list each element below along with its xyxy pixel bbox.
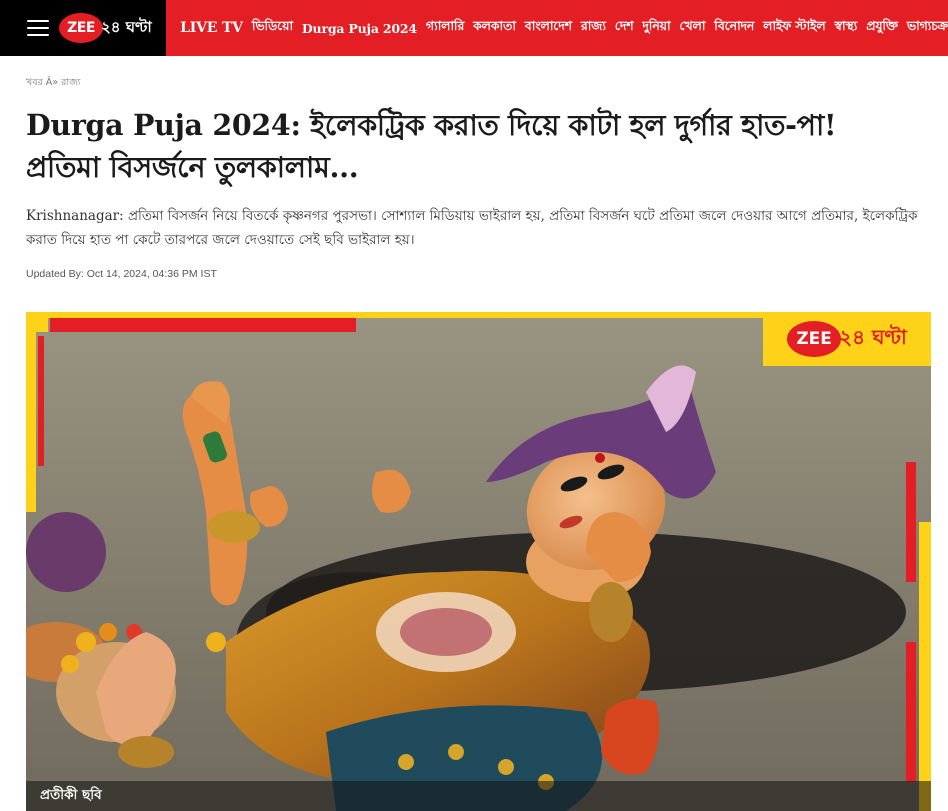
nav-item[interactable]: খেলা (679, 18, 705, 38)
photo-watermark-logo: ZEE ২৪ ঘণ্টা (763, 312, 931, 366)
site-header: ZEE ২৪ ঘণ্টা LIVE TV ভিডিয়ো Durga Puja 20… (0, 0, 948, 56)
nav-item[interactable]: দুনিয়া (642, 18, 670, 38)
image-caption: প্রতীকী ছবি (40, 787, 102, 803)
photo-logo-mark: ZEE (787, 321, 842, 357)
menu-icon[interactable] (27, 20, 49, 36)
nav-item[interactable]: প্রযুক্তি (866, 18, 898, 38)
nav-item[interactable]: ভিডিয়ো (252, 18, 293, 38)
nav-item[interactable]: গ্যালারি (426, 18, 464, 38)
breadcrumb: খবর Â» রাজ্য (26, 76, 80, 91)
nav-item[interactable]: রাজ্য (581, 18, 606, 38)
brand-block: ZEE ২৪ ঘণ্টা (0, 0, 167, 56)
nav-item[interactable]: বাংলাদেশ (525, 18, 572, 38)
nav-item[interactable]: LIVE TV (180, 20, 243, 36)
caption-bar (26, 781, 931, 811)
photo-logo-text: ২৪ ঘণ্টা (839, 324, 907, 349)
nav-item[interactable]: বিনোদন (714, 18, 754, 38)
article-headline: Durga Puja 2024: ইলেকট্রিক করাত দিয়ে কা… (26, 108, 837, 184)
nav-item[interactable]: ভাগ্যচক্র (907, 18, 948, 38)
article-hero-image: ZEE ২৪ ঘণ্টা প্রতীকী ছবি (26, 312, 931, 811)
hero-image-illustration (26, 312, 931, 811)
main-nav: LIVE TV ভিডিয়ো Durga Puja 2024 গ্যালারি কলক… (180, 18, 948, 38)
nav-item[interactable]: লাইফ স্টাইল (763, 18, 826, 38)
site-logo[interactable]: ZEE ২৪ ঘণ্টা (59, 13, 152, 43)
nav-item[interactable]: দেশ (615, 18, 634, 38)
nav-item[interactable]: Durga Puja 2024 (302, 21, 417, 36)
article-updated-date: Updated By: Oct 14, 2024, 04:36 PM IST (26, 268, 217, 280)
breadcrumb-home[interactable]: খবর (26, 77, 43, 88)
breadcrumb-separator: Â» (45, 77, 59, 88)
nav-item[interactable]: স্বাস্থ্য (834, 18, 857, 38)
nav-item[interactable]: কলকাতা (473, 18, 516, 38)
logo-mark: ZEE (59, 13, 103, 43)
breadcrumb-section[interactable]: রাজ্য (61, 77, 80, 88)
article-summary: Krishnanagar: প্রতিমা বিসর্জন নিয়ে বিতর… (26, 208, 918, 248)
logo-text: ২৪ ঘণ্টা (101, 17, 152, 36)
